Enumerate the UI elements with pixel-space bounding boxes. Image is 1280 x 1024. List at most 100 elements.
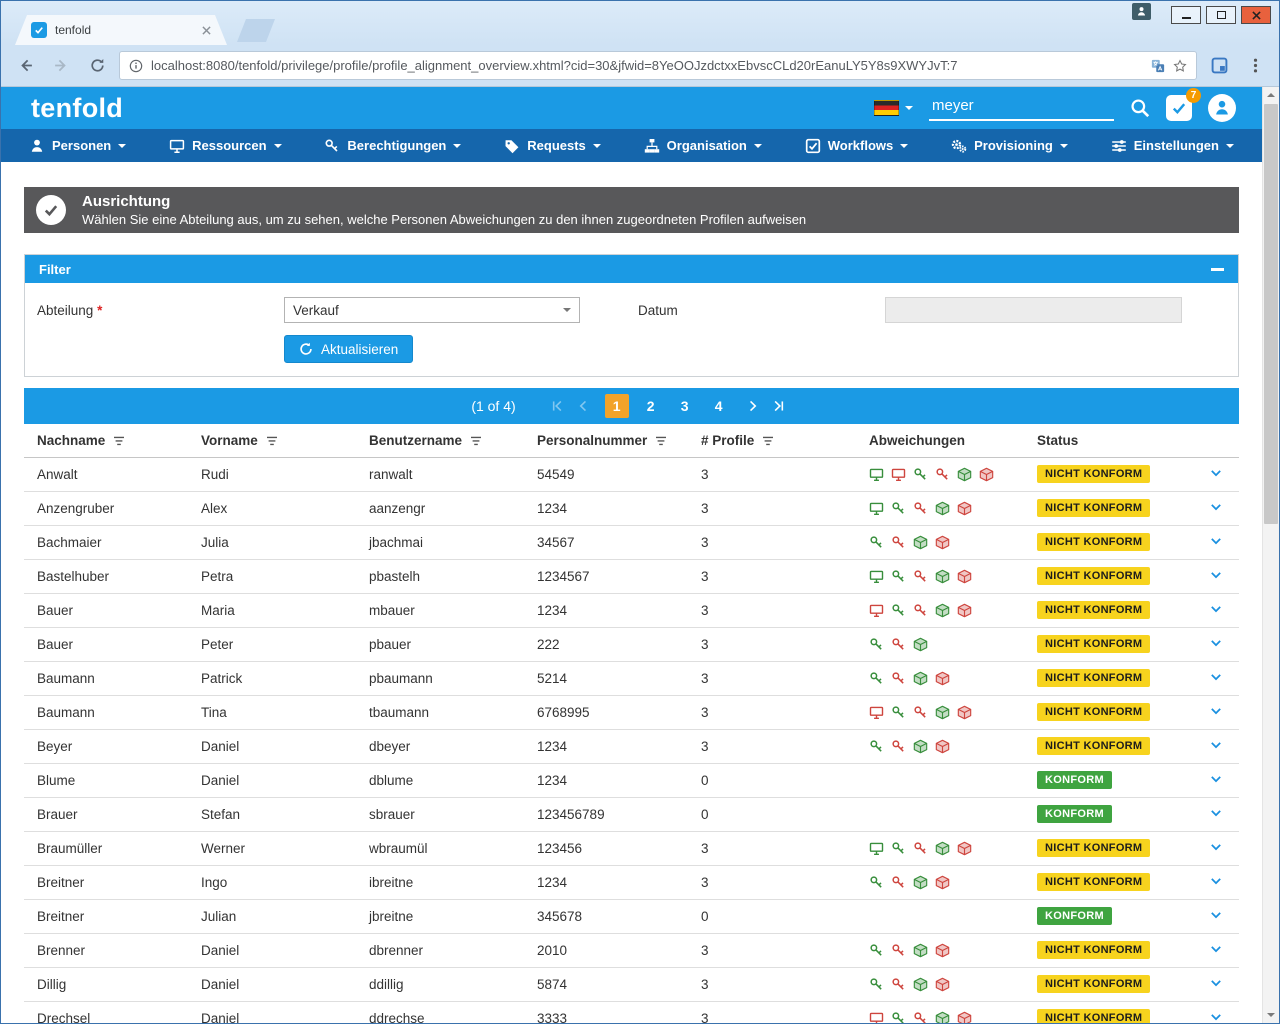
browser-tab[interactable]: tenfold [15, 15, 227, 45]
browser-window: tenfold localhost:8080/tenfold/privilege… [0, 0, 1280, 1024]
address-bar[interactable]: localhost:8080/tenfold/privilege/profile… [119, 51, 1197, 80]
translate-icon[interactable] [1151, 59, 1165, 73]
minimize-button[interactable] [1171, 6, 1201, 24]
nav-item-berechtigungen[interactable]: Berechtigungen [324, 138, 462, 154]
app-page: tenfold 7 [1, 87, 1262, 1023]
paginator-prev-button[interactable] [576, 399, 590, 413]
expand-chevron-icon[interactable] [1209, 500, 1223, 514]
gears-icon [951, 138, 967, 154]
tab-close-icon[interactable] [202, 26, 211, 35]
abteilung-select[interactable]: Verkauf [284, 297, 580, 323]
expand-chevron-icon[interactable] [1209, 840, 1223, 854]
menu-kebab-icon[interactable] [1241, 52, 1269, 80]
cell-nachname: Bastelhuber [24, 559, 188, 594]
paginator-last-button[interactable] [772, 399, 786, 413]
forward-button[interactable] [47, 52, 75, 80]
expand-chevron-icon[interactable] [1209, 602, 1223, 616]
refresh-icon [299, 342, 313, 356]
language-selector[interactable] [874, 100, 913, 116]
expand-chevron-icon[interactable] [1209, 738, 1223, 752]
box-green-icon [935, 841, 950, 856]
expand-chevron-icon[interactable] [1209, 806, 1223, 820]
nav-item-workflows[interactable]: Workflows [805, 138, 909, 154]
cell-vorname: Ingo [188, 865, 356, 900]
monitor-green-icon [869, 841, 884, 856]
reload-button[interactable] [83, 52, 111, 80]
expand-chevron-icon[interactable] [1209, 568, 1223, 582]
maximize-button[interactable] [1206, 6, 1236, 24]
paginator-page-4[interactable]: 4 [707, 394, 731, 418]
close-button[interactable] [1241, 6, 1271, 24]
app-logo[interactable]: tenfold [31, 94, 123, 122]
cell-vorname: Patrick [188, 661, 356, 696]
expand-chevron-icon[interactable] [1209, 908, 1223, 922]
expand-chevron-icon[interactable] [1209, 534, 1223, 548]
nav-item-requests[interactable]: Requests [504, 138, 601, 154]
scroll-down-arrow[interactable] [1263, 1007, 1279, 1023]
scrollbar-thumb[interactable] [1264, 104, 1278, 524]
column-header-benutzername[interactable]: Benutzername [356, 424, 524, 458]
search-icon[interactable] [1130, 98, 1150, 118]
expand-chevron-icon[interactable] [1209, 466, 1223, 480]
nav-item-label: Organisation [666, 138, 747, 153]
new-tab-button[interactable] [237, 19, 275, 42]
column-header-profile[interactable]: # Profile [688, 424, 856, 458]
scroll-up-arrow[interactable] [1263, 87, 1279, 103]
column-label: Personalnummer [537, 433, 648, 449]
paginator-page-3[interactable]: 3 [673, 394, 697, 418]
column-header-nachname[interactable]: Nachname [24, 424, 188, 458]
box-red-icon [957, 1011, 972, 1023]
aktualisieren-button[interactable]: Aktualisieren [284, 335, 414, 363]
paginator-first-button[interactable] [550, 399, 564, 413]
expand-chevron-icon[interactable] [1209, 1010, 1223, 1024]
nav-item-provisioning[interactable]: Provisioning [951, 138, 1068, 154]
key-green-icon [869, 671, 884, 686]
side-panel-icon[interactable] [1205, 52, 1233, 80]
paginator-page-2[interactable]: 2 [639, 394, 663, 418]
box-green-icon [913, 943, 928, 958]
expand-chevron-icon[interactable] [1209, 670, 1223, 684]
paginator-page-1[interactable]: 1 [604, 394, 629, 418]
chevron-down-icon [1225, 143, 1234, 152]
cell-personalnummer: 3333 [524, 1001, 688, 1023]
collapse-icon[interactable] [1211, 267, 1224, 271]
expand-chevron-icon[interactable] [1209, 976, 1223, 990]
expand-chevron-icon[interactable] [1209, 772, 1223, 786]
page-scrollbar[interactable] [1262, 87, 1279, 1023]
cell-expand [1193, 491, 1239, 526]
tasks-button[interactable]: 7 [1166, 88, 1201, 121]
key-green-icon [913, 467, 928, 482]
nav-item-organisation[interactable]: Organisation [644, 138, 762, 154]
expand-chevron-icon[interactable] [1209, 636, 1223, 650]
header-search-input[interactable] [929, 95, 1114, 121]
key-green-icon [869, 977, 884, 992]
back-button[interactable] [11, 52, 39, 80]
monitor-icon [169, 138, 185, 154]
column-label: Status [1037, 433, 1079, 449]
cell-expand [1193, 865, 1239, 900]
nav-item-ressourcen[interactable]: Ressourcen [169, 138, 282, 154]
cell-status: NICHT KONFORM [1024, 831, 1193, 866]
nav-item-label: Personen [52, 138, 112, 153]
cell-nachname: Brauer [24, 797, 188, 832]
table-row: Bauer Peter pbauer 222 3 NICHT KONFORM [24, 627, 1239, 662]
nav-item-einstellungen[interactable]: Einstellungen [1111, 138, 1234, 154]
bookmark-star-icon[interactable] [1173, 58, 1187, 73]
key-green-icon [869, 637, 884, 652]
browser-profile-button[interactable] [1132, 3, 1151, 20]
user-avatar[interactable] [1208, 94, 1236, 122]
expand-chevron-icon[interactable] [1209, 942, 1223, 956]
column-header-personalnummer[interactable]: Personalnummer [524, 424, 688, 458]
expand-chevron-icon[interactable] [1209, 704, 1223, 718]
cell-nachname: Bauer [24, 593, 188, 628]
datum-input[interactable] [885, 297, 1182, 323]
paginator-next-button[interactable] [746, 399, 760, 413]
column-header-vorname[interactable]: Vorname [188, 424, 356, 458]
info-icon[interactable] [129, 59, 143, 73]
expand-chevron-icon[interactable] [1209, 874, 1223, 888]
sort-icon [113, 436, 125, 446]
app-header: tenfold 7 [1, 87, 1262, 129]
cell-nachname: Bachmaier [24, 525, 188, 560]
cell-abweichungen [856, 695, 1024, 730]
nav-item-personen[interactable]: Personen [29, 138, 127, 154]
